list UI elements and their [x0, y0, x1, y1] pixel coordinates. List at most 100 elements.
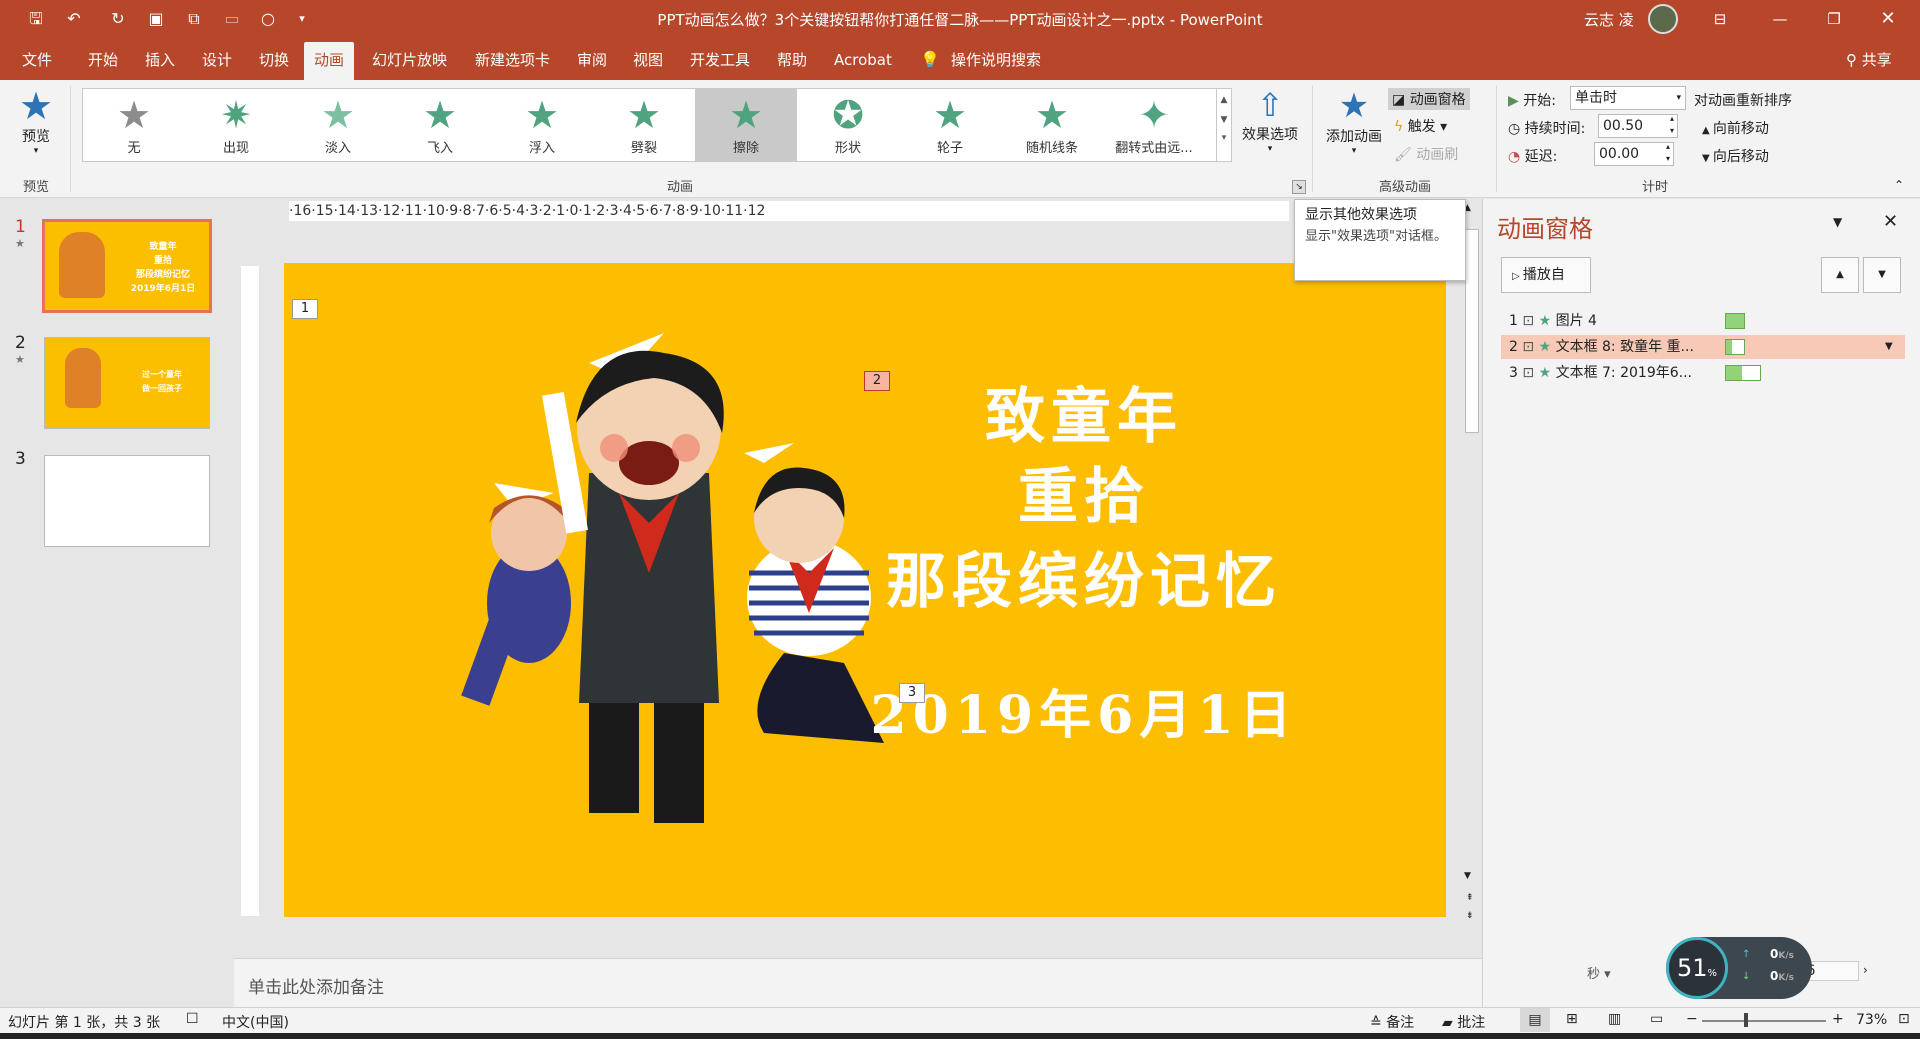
tab-new[interactable]: 新建选项卡 — [475, 48, 550, 72]
seconds-menu[interactable]: 秒 ▾ — [1587, 963, 1611, 982]
vertical-scrollbar[interactable]: ▲ ▼ ⇞ ⇟ — [1462, 199, 1482, 959]
tab-help[interactable]: 帮助 — [777, 48, 807, 72]
circle-icon[interactable]: ○ — [254, 8, 282, 30]
slide-thumbnail-1[interactable]: 致童年 重拾 那段缤纷记忆 2019年6月1日 — [42, 219, 212, 313]
move-down-button[interactable]: ▼ — [1863, 257, 1901, 293]
ribbon-display-icon[interactable]: ⊟ — [1700, 6, 1740, 32]
scroll-thumb[interactable] — [1465, 229, 1479, 433]
avatar[interactable] — [1648, 4, 1678, 34]
spinner-icon[interactable]: ▴ ▾ — [1666, 141, 1670, 165]
animation-order-tag[interactable]: 1 — [292, 299, 318, 319]
tab-transitions[interactable]: 切换 — [259, 48, 289, 72]
delay-input[interactable]: 00.00 ▴ ▾ — [1594, 142, 1674, 166]
language-indicator[interactable]: 中文(中国) — [222, 1012, 289, 1032]
slide-thumbnail-2[interactable]: 过一个童年 做一回孩子 — [44, 337, 210, 429]
reading-view-icon[interactable]: ▥ — [1608, 1011, 1621, 1027]
anim-grow-turn[interactable]: ✦ 翻转式由远... — [1103, 89, 1205, 161]
animation-item[interactable]: 3 ⊡ ★ 文本框 7: 2019年6... — [1501, 361, 1905, 385]
scroll-right-icon[interactable]: › — [1863, 963, 1868, 977]
restore-icon[interactable]: ❐ — [1814, 6, 1854, 32]
move-later-button[interactable]: ▼ 向后移动 — [1702, 146, 1769, 166]
timing-bar[interactable] — [1725, 313, 1745, 329]
anim-float-in[interactable]: ★ 浮入 — [491, 89, 593, 161]
slideshow-icon[interactable]: ▭ — [1650, 1011, 1663, 1027]
zoom-in-icon[interactable]: + — [1832, 1011, 1844, 1027]
scroll-down-icon[interactable]: ▼ — [1217, 115, 1231, 125]
animation-pane-button[interactable]: ◪ 动画窗格 — [1388, 88, 1470, 110]
slide-title-line2[interactable]: 重拾 — [804, 448, 1364, 535]
timing-bar[interactable] — [1725, 365, 1761, 381]
tab-animations[interactable]: 动画 — [304, 42, 355, 80]
undo-icon[interactable]: ↶ — [60, 8, 88, 30]
anim-none[interactable]: ★ 无 — [83, 89, 185, 161]
presenter-icon[interactable]: ▣ — [142, 8, 170, 30]
prev-slide-icon[interactable]: ⇞ — [1466, 893, 1474, 903]
screenshot-icon[interactable]: ⧉ — [180, 8, 208, 30]
tab-design[interactable]: 设计 — [202, 48, 232, 72]
zoom-out-icon[interactable]: − — [1686, 1011, 1698, 1027]
tab-home[interactable]: 开始 — [88, 48, 118, 72]
anim-random-bars[interactable]: ★ 随机线条 — [1001, 89, 1103, 161]
normal-view-icon[interactable]: ▤ — [1520, 1008, 1550, 1032]
tab-view[interactable]: 视图 — [633, 48, 663, 72]
slide-date[interactable]: 2019年6月1日 — [804, 673, 1364, 748]
anim-split[interactable]: ★ 劈裂 — [593, 89, 695, 161]
start-select[interactable]: 单击时 ▾ — [1570, 86, 1686, 110]
share-button[interactable]: ⚲ 共享 — [1846, 48, 1892, 72]
dialog-launcher-icon[interactable]: ↘ — [1292, 180, 1306, 194]
slide-sorter-icon[interactable]: ⊞ — [1566, 1011, 1578, 1027]
anim-wipe[interactable]: ★ 擦除 — [695, 89, 797, 161]
customize-qat-icon[interactable]: ▾ — [288, 8, 316, 30]
slide-thumbnail-3[interactable] — [44, 455, 210, 547]
slide-canvas[interactable]: 致童年 重拾 那段缤纷记忆 2019年6月1日 1 2 3 — [284, 263, 1446, 917]
tab-review[interactable]: 审阅 — [577, 48, 607, 72]
zoom-thumb[interactable] — [1744, 1013, 1748, 1027]
play-from-button[interactable]: ▷ 播放自 — [1501, 257, 1591, 293]
notes-toggle[interactable]: ≙ 备注 — [1370, 1012, 1414, 1032]
spell-check-icon[interactable]: ☐ — [186, 1011, 199, 1027]
tell-me-search[interactable]: 操作说明搜索 — [951, 48, 1041, 72]
user-name[interactable]: 云志 凌 — [1584, 9, 1634, 30]
scroll-up-icon[interactable]: ▲ — [1217, 95, 1231, 105]
animation-item[interactable]: 1 ⊡ ★ 图片 4 — [1501, 309, 1905, 333]
next-slide-icon[interactable]: ⇟ — [1466, 911, 1474, 921]
add-animation-button[interactable]: ★ 添加动画 ▾ — [1322, 86, 1386, 156]
tab-slideshow[interactable]: 幻灯片放映 — [372, 48, 447, 72]
close-icon[interactable]: ✕ — [1868, 6, 1908, 32]
gallery-scroll[interactable]: ▲ ▼ ▾ — [1216, 88, 1232, 162]
anim-wheel[interactable]: ★ 轮子 — [899, 89, 1001, 161]
comments-toggle[interactable]: ▰ 批注 — [1442, 1012, 1485, 1032]
collapse-ribbon-icon[interactable]: ⌃ — [1894, 178, 1904, 192]
animation-order-tag[interactable]: 2 — [864, 371, 890, 391]
anim-appear[interactable]: ✷ 出现 — [185, 89, 287, 161]
scroll-down-icon[interactable]: ▼ — [1464, 871, 1471, 881]
pane-options-icon[interactable]: ▼ — [1833, 215, 1842, 229]
trigger-button[interactable]: ϟ 触发 ▾ — [1394, 116, 1447, 136]
move-up-button[interactable]: ▲ — [1821, 257, 1859, 293]
anim-fly-in[interactable]: ★ 飞入 — [389, 89, 491, 161]
close-icon[interactable]: ✕ — [1883, 211, 1898, 232]
zoom-slider[interactable] — [1702, 1020, 1826, 1022]
animation-item-selected[interactable]: 2 ⊡ ★ 文本框 8: 致童年 重... ▼ — [1501, 335, 1905, 359]
tab-insert[interactable]: 插入 — [145, 48, 175, 72]
minimize-icon[interactable]: — — [1760, 6, 1800, 32]
save-icon[interactable]: 🖫 — [22, 8, 50, 30]
animation-painter-button[interactable]: 🖌 动画刷 — [1394, 144, 1458, 164]
zoom-level[interactable]: 73% — [1856, 1012, 1887, 1028]
tab-file[interactable]: 文件 — [22, 48, 52, 72]
redo-icon[interactable]: ↻ — [104, 8, 132, 30]
notes-placeholder[interactable]: 单击此处添加备注 — [248, 973, 384, 998]
more-icon[interactable]: ▾ — [1217, 133, 1231, 143]
move-earlier-button[interactable]: ▲ 向前移动 — [1702, 118, 1769, 138]
chevron-down-icon[interactable]: ▼ — [1885, 335, 1893, 359]
notes-area[interactable]: 单击此处添加备注 — [234, 958, 1482, 1007]
animation-order-tag[interactable]: 3 — [899, 683, 925, 703]
fit-slide-icon[interactable]: ⊡ — [1898, 1011, 1910, 1027]
shape-icon[interactable]: ▭ — [218, 8, 246, 30]
duration-input[interactable]: 00.50 ▴ ▾ — [1598, 114, 1678, 138]
anim-shape[interactable]: ✪ 形状 — [797, 89, 899, 161]
effect-options-button[interactable]: ⇧ 效果选项 ▾ — [1236, 86, 1304, 154]
slide-title-line3[interactable]: 那段缤纷记忆 — [804, 533, 1364, 620]
spinner-icon[interactable]: ▴ ▾ — [1670, 113, 1674, 137]
timing-bar[interactable] — [1725, 339, 1745, 355]
